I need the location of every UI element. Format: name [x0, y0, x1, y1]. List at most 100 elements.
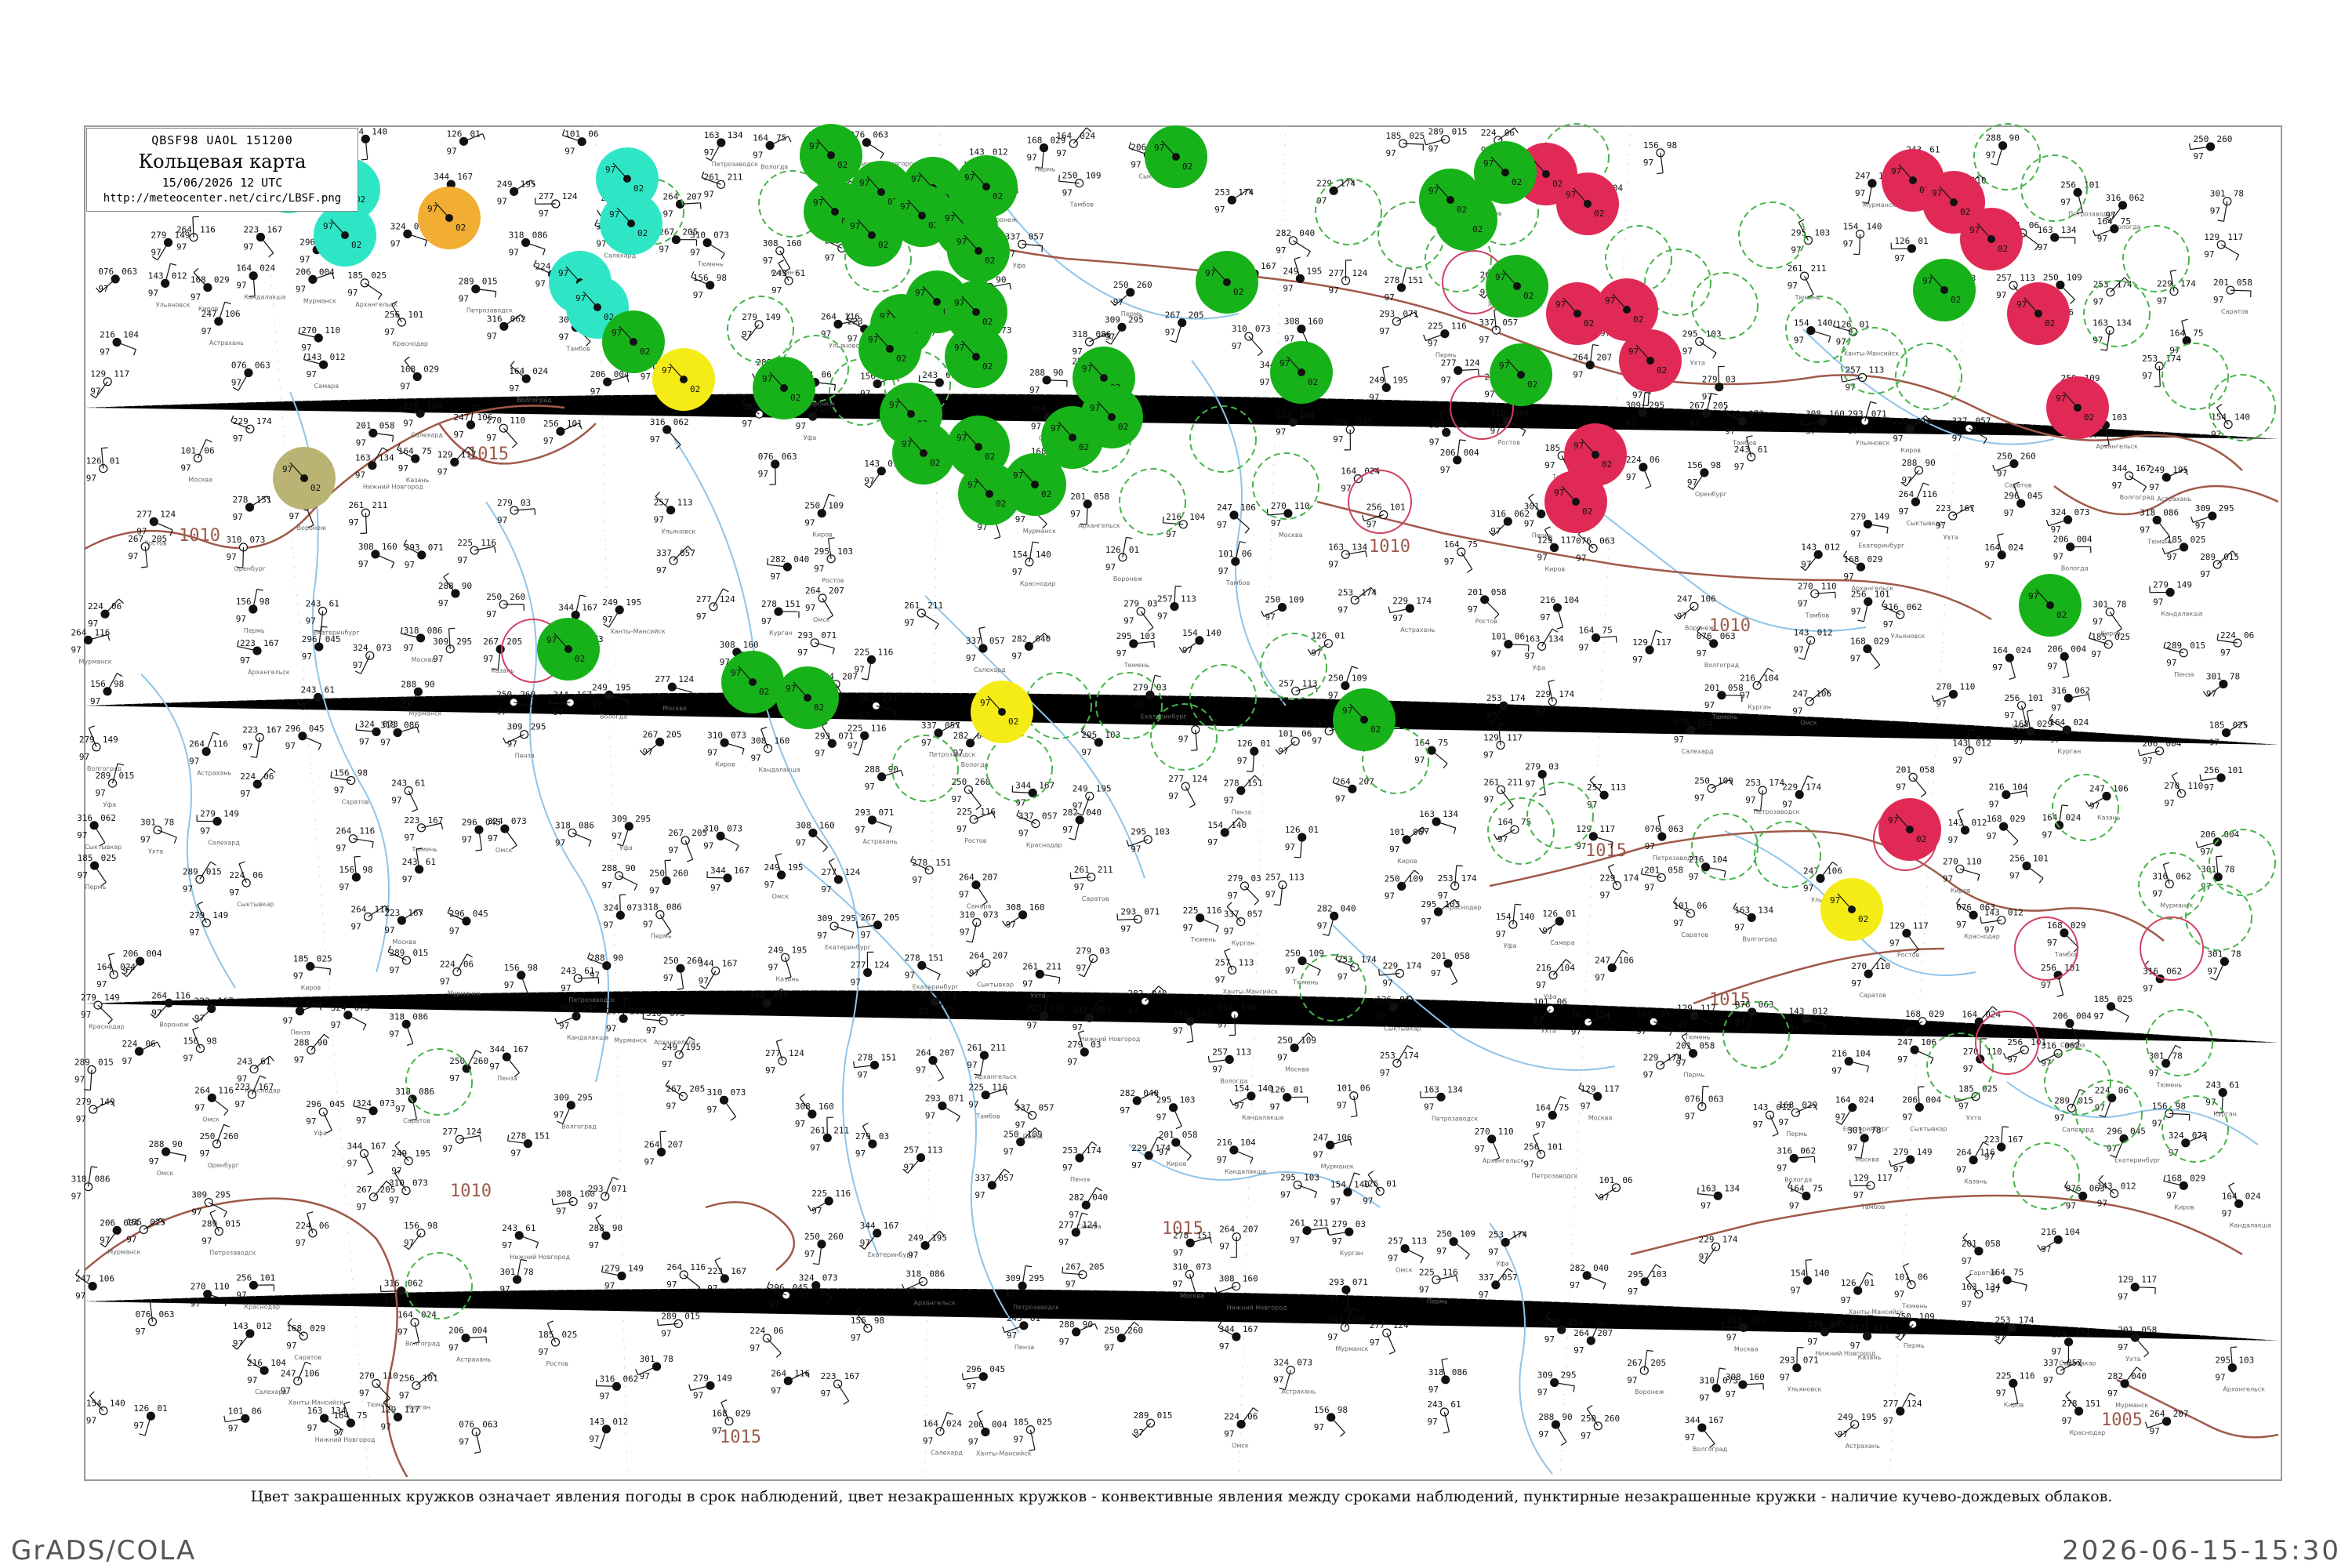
station-tendency: 024 — [2066, 813, 2082, 823]
station-model: 14301297 — [1800, 542, 1840, 572]
station-model: 229 17497 — [1378, 961, 1422, 989]
station-dew: 97 — [797, 648, 808, 658]
station-model: 264 11697Воронеж — [150, 990, 191, 1028]
station-model: 216 10497Кандалакша — [1217, 1138, 1266, 1175]
station-pressure: 201 — [1704, 683, 1720, 693]
station-pressure: 288 — [589, 1223, 604, 1233]
station-tendency: 057 — [1096, 1005, 1112, 1015]
station-name: Киров — [301, 985, 321, 992]
wind-feather — [1697, 1187, 1699, 1194]
station-dew: 97 — [1329, 1294, 1339, 1305]
station-model: 267 20597 — [1165, 310, 1204, 343]
station-tendency: 207 — [842, 672, 858, 682]
station-pressure: 229 — [1316, 178, 1332, 188]
station-model: 16313497 — [1328, 542, 1367, 569]
station-pressure: 282 — [953, 731, 969, 741]
station-pressure: 296 — [449, 909, 465, 919]
wind-feather — [1622, 949, 1628, 954]
wind-barb — [2220, 244, 2240, 256]
station-dew: 97 — [1277, 1053, 1287, 1063]
station-model: 168 02997 — [1987, 814, 2025, 846]
station-pressure: 318 — [1428, 1367, 1444, 1377]
station-name: Тамбов — [1069, 201, 1094, 209]
station-dew: 97 — [1850, 529, 1860, 539]
station-dew: 97 — [489, 1062, 499, 1072]
wind-feather — [223, 1109, 229, 1116]
station-dew: 97 — [916, 1065, 926, 1076]
station-dew: 97 — [1497, 834, 1508, 844]
wind-feather — [354, 670, 361, 675]
station-model: 206 00497Астрахань — [448, 1326, 491, 1363]
station-tendency: 073 — [1255, 324, 1271, 334]
station-model: 223 16797Ухта — [1936, 503, 1975, 541]
station-dew: 97 — [2092, 617, 2103, 627]
station-pressure: 278 — [1544, 1317, 1560, 1327]
station-tendency: 90 — [172, 1139, 183, 1149]
station-dew: 97 — [1643, 1070, 1653, 1080]
station-tendency: 110 — [1987, 1047, 2002, 1057]
station-pressure: 154 — [1496, 912, 1512, 922]
station-tendency: 113 — [1239, 957, 1254, 967]
station-pressure: 225 — [956, 807, 972, 817]
wind-feather — [699, 202, 702, 209]
station-pressure: 337 — [966, 636, 982, 646]
station-pressure: 337 — [975, 1173, 990, 1183]
station-dew: 97 — [764, 880, 775, 890]
wind-feather — [775, 1352, 782, 1358]
station-model: 34416797 — [706, 866, 750, 893]
wind-feather — [1382, 365, 1389, 368]
station-dew: 97 — [1789, 1024, 1799, 1034]
station-pressure: 293 — [1120, 906, 1136, 916]
station-tendency: 004 — [2071, 644, 2086, 654]
station-dew: 97 — [1788, 281, 1798, 291]
station-pressure: 206 — [1902, 1094, 1918, 1105]
station-dew: 97 — [1006, 920, 1016, 930]
station-dew: 97 — [1486, 710, 1497, 720]
station-name: Салехард — [931, 1450, 963, 1457]
station-pressure: 163 — [307, 1406, 323, 1416]
wind-feather — [1592, 344, 1599, 347]
station-pressure: 163 — [2092, 318, 2108, 328]
station-pressure: 344 — [347, 1141, 363, 1151]
station-pressure: 337 — [1018, 811, 1034, 822]
station-dew: 97 — [2051, 703, 2061, 713]
station-pressure: 225 — [1419, 1267, 1435, 1277]
station-tendency: 195 — [626, 597, 641, 608]
station-pressure: 270 — [1943, 856, 1958, 866]
station-name: Салехард — [1682, 748, 1714, 755]
station-name: Ростов — [964, 837, 987, 844]
wind-feather — [1250, 1157, 1254, 1164]
station-tendency: 211 — [1046, 962, 1062, 972]
station-dew: 97 — [1595, 972, 1605, 982]
station-model: 126 0197 — [1285, 825, 1319, 858]
station-model: 316 06297 — [2051, 686, 2090, 713]
station-tendency: 104 — [123, 330, 139, 340]
station-pressure: 206 — [2143, 739, 2158, 749]
station-pressure: 256 — [2060, 180, 2076, 190]
station-pressure: 247 — [281, 1368, 296, 1378]
station-pressure: 185 — [2167, 535, 2183, 545]
station-model: 279 14997 — [76, 1097, 115, 1124]
station-dew: 97 — [1468, 604, 1478, 615]
station-name: Курган — [1232, 940, 1255, 947]
station-tendency: 062 — [2129, 193, 2145, 203]
station-pressure: 256 — [2041, 963, 2056, 973]
station-pressure: 156 — [90, 679, 106, 689]
station-dew: 97 — [504, 980, 514, 990]
station-tendency: 086 — [427, 626, 443, 636]
station-dew: 97 — [200, 826, 210, 837]
station-tendency: 073 — [713, 230, 729, 241]
station-tendency: 113 — [1302, 678, 1318, 688]
station-tendency: 025 — [1410, 131, 1425, 141]
station-pressure: 337 — [1224, 909, 1240, 920]
station-tendency: 03 — [1251, 873, 1261, 884]
wind-feather — [760, 726, 768, 730]
station-dew: 97 — [2220, 648, 2230, 658]
station-pressure: 223 — [1936, 503, 1951, 514]
station-pressure: 216 — [1166, 512, 1181, 522]
station-name: Тюмень — [1901, 1303, 1928, 1310]
station-dew: 97 — [855, 1149, 866, 1159]
station-model: 277 12497 — [442, 1127, 481, 1154]
station-name: Екатеринбург — [868, 1251, 914, 1258]
station-tendency: 015 — [2190, 641, 2205, 651]
